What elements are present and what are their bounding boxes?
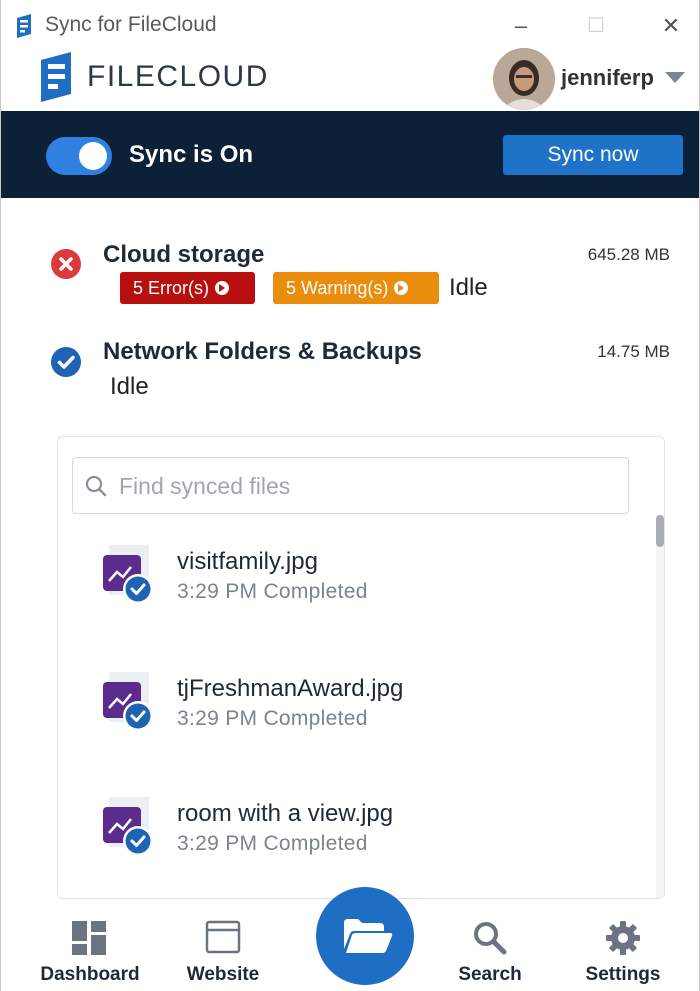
window-title: Sync for FileCloud	[45, 13, 217, 36]
error-circle-icon	[51, 249, 81, 279]
file-list-item[interactable]: visitfamily.jpg 3:29 PM Completed	[101, 545, 641, 615]
image-file-icon	[103, 672, 153, 731]
file-name: room with a view.jpg	[177, 800, 394, 827]
title-bar: Sync for FileCloud – ☐ ✕	[1, 0, 699, 50]
scrollbar-track[interactable]	[656, 515, 664, 898]
check-circle-icon	[51, 347, 81, 377]
errors-badge-label: 5 Error(s)	[133, 278, 209, 298]
user-photo-icon	[493, 48, 555, 110]
file-name: visitfamily.jpg	[177, 548, 318, 575]
minimize-button[interactable]: –	[501, 10, 541, 44]
nav-dashboard-label[interactable]: Dashboard	[30, 964, 150, 986]
sync-now-button[interactable]: Sync now	[503, 135, 683, 175]
nav-settings-label[interactable]: Settings	[573, 964, 673, 986]
folder-open-icon	[344, 919, 393, 953]
search-icon	[474, 922, 507, 955]
close-button[interactable]: ✕	[651, 10, 691, 44]
filecloud-app-icon	[17, 14, 31, 38]
open-folder-button[interactable]	[316, 887, 414, 985]
maximize-button[interactable]: ☐	[576, 10, 616, 44]
sync-status-label: Sync is On	[129, 141, 254, 168]
cloud-storage-state: Idle	[449, 274, 488, 301]
toggle-knob	[79, 142, 107, 170]
network-folders-size: 14.75 MB	[597, 342, 670, 361]
app-window: Sync for FileCloud – ☐ ✕ FILECLOUD jenni…	[0, 0, 700, 991]
gear-icon	[606, 921, 640, 955]
file-list-item[interactable]: tjFreshmanAward.jpg 3:29 PM Completed	[101, 672, 641, 742]
arrow-right-circle-icon	[215, 281, 229, 295]
file-status: 3:29 PM Completed	[177, 580, 368, 603]
browser-window-icon	[205, 920, 241, 954]
sync-toggle[interactable]	[46, 137, 112, 175]
file-list-item[interactable]: room with a view.jpg 3:29 PM Completed	[101, 797, 641, 867]
username[interactable]: jenniferp	[561, 65, 654, 91]
network-folders-title: Network Folders & Backups	[103, 338, 422, 365]
avatar[interactable]	[493, 48, 555, 110]
chevron-down-icon[interactable]	[665, 72, 685, 83]
file-status: 3:29 PM Completed	[177, 832, 368, 855]
search-box[interactable]	[72, 457, 629, 514]
network-folders-state: Idle	[110, 373, 149, 400]
nav-dashboard[interactable]	[71, 920, 107, 956]
dashboard-icon	[72, 921, 106, 955]
search-input[interactable]	[119, 468, 614, 504]
errors-badge[interactable]: 5 Error(s)	[120, 272, 255, 304]
search-icon	[85, 475, 107, 497]
cloud-storage-size: 645.28 MB	[587, 245, 670, 264]
nav-website[interactable]	[205, 920, 241, 954]
nav-search-label[interactable]: Search	[440, 964, 540, 986]
scrollbar-thumb[interactable]	[656, 515, 664, 547]
file-status: 3:29 PM Completed	[177, 707, 368, 730]
filecloud-logo-icon	[41, 52, 71, 102]
cloud-storage-title: Cloud storage	[103, 241, 265, 268]
nav-website-label[interactable]: Website	[173, 964, 273, 986]
arrow-right-circle-icon	[394, 281, 409, 295]
warnings-badge-label: 5 Warning(s)	[286, 278, 389, 298]
nav-search[interactable]	[472, 920, 508, 956]
image-file-icon	[103, 545, 153, 604]
brand-wordmark: FILECLOUD	[87, 60, 269, 93]
image-file-icon	[103, 797, 153, 856]
nav-settings[interactable]	[605, 920, 641, 956]
file-name: tjFreshmanAward.jpg	[177, 675, 404, 702]
warnings-badge[interactable]: 5 Warning(s)	[273, 272, 439, 304]
